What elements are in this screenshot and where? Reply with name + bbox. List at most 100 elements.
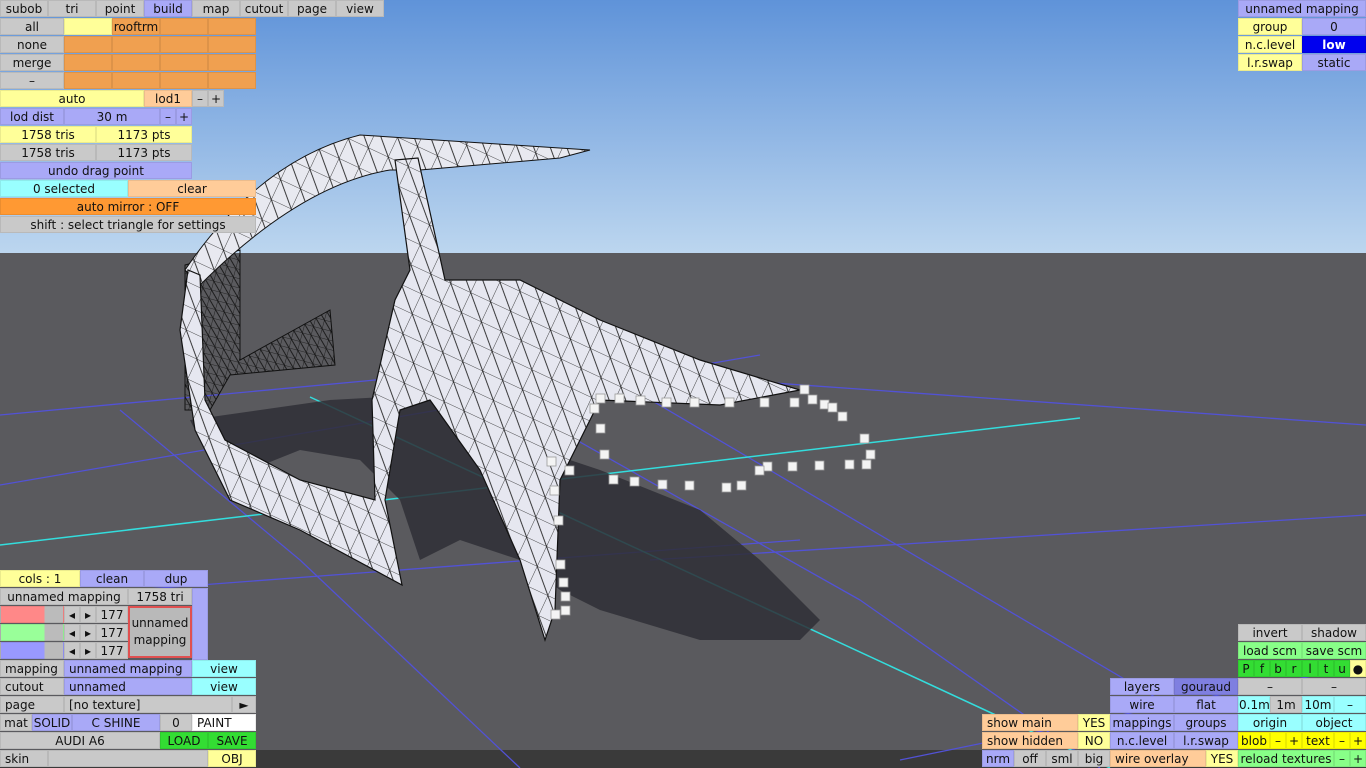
group-cell[interactable] [208,72,256,89]
lod-minus-button[interactable]: – [192,90,208,107]
lod-dist-value[interactable]: 30 m [64,108,160,125]
big-button[interactable]: big [1078,750,1110,767]
show-hidden-toggle[interactable]: NO [1078,732,1110,749]
gouraud-button[interactable]: gouraud [1174,678,1238,695]
flat-button[interactable]: flat [1174,696,1238,713]
view-f-button[interactable]: f [1254,660,1270,677]
red-right-arrow[interactable]: ▸ [80,606,96,623]
wire-button[interactable]: wire [1110,696,1174,713]
group-cell-rooftrm[interactable]: rooftrm [112,18,160,35]
save-button[interactable]: SAVE [208,732,256,749]
show-main-toggle[interactable]: YES [1078,714,1110,731]
tab-build[interactable]: build [144,0,192,17]
lod-auto-button[interactable]: auto [0,90,144,107]
blob-plus-button[interactable]: + [1286,732,1302,749]
text-plus-button[interactable]: + [1350,732,1366,749]
text-button[interactable]: text [1302,732,1334,749]
lod-dist-plus-button[interactable]: + [176,108,192,125]
group-cell[interactable] [160,36,208,53]
auto-mirror-toggle[interactable]: auto mirror : OFF [0,198,256,215]
minus-button-2[interactable]: – [1302,678,1366,695]
lr-swap-button[interactable]: l.r.swap [1174,732,1238,749]
blue-left-arrow[interactable]: ◂ [64,642,80,659]
page-select[interactable]: [no texture] [64,696,232,713]
load-scm-button[interactable]: load scm [1238,642,1302,659]
view-r-button[interactable]: r [1286,660,1302,677]
groups-button[interactable]: groups [1174,714,1238,731]
nc-level-button[interactable]: n.c.level [1110,732,1174,749]
save-scm-button[interactable]: save scm [1302,642,1366,659]
cols-button[interactable]: cols : 1 [0,570,80,587]
tab-subob[interactable]: subob [0,0,48,17]
green-slider[interactable] [0,624,64,641]
sml-button[interactable]: sml [1046,750,1078,767]
blue-right-arrow[interactable]: ▸ [80,642,96,659]
tab-point[interactable]: point [96,0,144,17]
skin-field[interactable] [48,750,208,767]
lod-dist-minus-button[interactable]: – [160,108,176,125]
select-all-button[interactable]: all [0,18,64,35]
group-cell[interactable] [64,18,112,35]
mapping-name[interactable]: unnamed mapping [1238,0,1366,17]
grid-0.1m-button[interactable]: 0.1m [1238,696,1270,713]
tab-cutout[interactable]: cutout [240,0,288,17]
blob-button[interactable]: blob [1238,732,1270,749]
group-cell[interactable] [112,54,160,71]
green-right-arrow[interactable]: ▸ [80,624,96,641]
load-button[interactable]: LOAD [160,732,208,749]
group-cell[interactable] [208,36,256,53]
mapping-view-button[interactable]: view [192,660,256,677]
tab-map[interactable]: map [192,0,240,17]
blue-slider[interactable] [0,642,64,659]
reload-minus-button[interactable]: – [1334,750,1350,767]
color-scrollbar[interactable] [192,588,208,660]
grid-1m-button[interactable]: 1m [1270,696,1302,713]
group-cell[interactable] [160,72,208,89]
dup-button[interactable]: dup [144,570,208,587]
clean-button[interactable]: clean [80,570,144,587]
cutout-view-button[interactable]: view [192,678,256,695]
view-t-button[interactable]: t [1318,660,1334,677]
off-button[interactable]: off [1014,750,1046,767]
lod-level-button[interactable]: lod1 [144,90,192,107]
merge-button[interactable]: merge [0,54,64,71]
green-left-arrow[interactable]: ◂ [64,624,80,641]
group-cell[interactable] [160,18,208,35]
grid-10m-button[interactable]: 10m [1302,696,1334,713]
cshine-button[interactable]: C SHINE [72,714,160,731]
view-u-button[interactable]: u [1334,660,1350,677]
group-cell[interactable] [64,36,112,53]
group-cell[interactable] [64,72,112,89]
group-cell[interactable] [64,54,112,71]
tab-tri[interactable]: tri [48,0,96,17]
blob-minus-button[interactable]: – [1270,732,1286,749]
view-b-button[interactable]: b [1270,660,1286,677]
red-left-arrow[interactable]: ◂ [64,606,80,623]
wire-overlay-toggle[interactable]: YES [1206,750,1238,767]
view-dot-button[interactable]: ● [1350,660,1366,677]
select-none-button[interactable]: none [0,36,64,53]
tab-page[interactable]: page [288,0,336,17]
group-cell[interactable] [160,54,208,71]
layers-button[interactable]: layers [1110,678,1174,695]
group-cell[interactable] [112,36,160,53]
text-minus-button[interactable]: – [1334,732,1350,749]
clear-selection-button[interactable]: clear [128,180,256,197]
grid-minus-button[interactable]: – [1334,696,1366,713]
mappings-button[interactable]: mappings [1110,714,1174,731]
nrm-button[interactable]: nrm [982,750,1014,767]
group-cell[interactable] [208,54,256,71]
cutout-select[interactable]: unnamed [64,678,192,695]
group-value[interactable]: 0 [1302,18,1366,35]
reload-textures-button[interactable]: reload textures [1238,750,1334,767]
dash-button[interactable]: – [0,72,64,89]
shadow-button[interactable]: shadow [1302,624,1366,641]
origin-button[interactable]: origin [1238,714,1302,731]
shine-value[interactable]: 0 [160,714,192,731]
obj-button[interactable]: OBJ [208,750,256,767]
group-cell[interactable] [112,72,160,89]
page-next-button[interactable]: ► [232,696,256,713]
lod-plus-button[interactable]: + [208,90,224,107]
object-button[interactable]: object [1302,714,1366,731]
mapping-list-name[interactable]: unnamed mapping [0,588,128,605]
